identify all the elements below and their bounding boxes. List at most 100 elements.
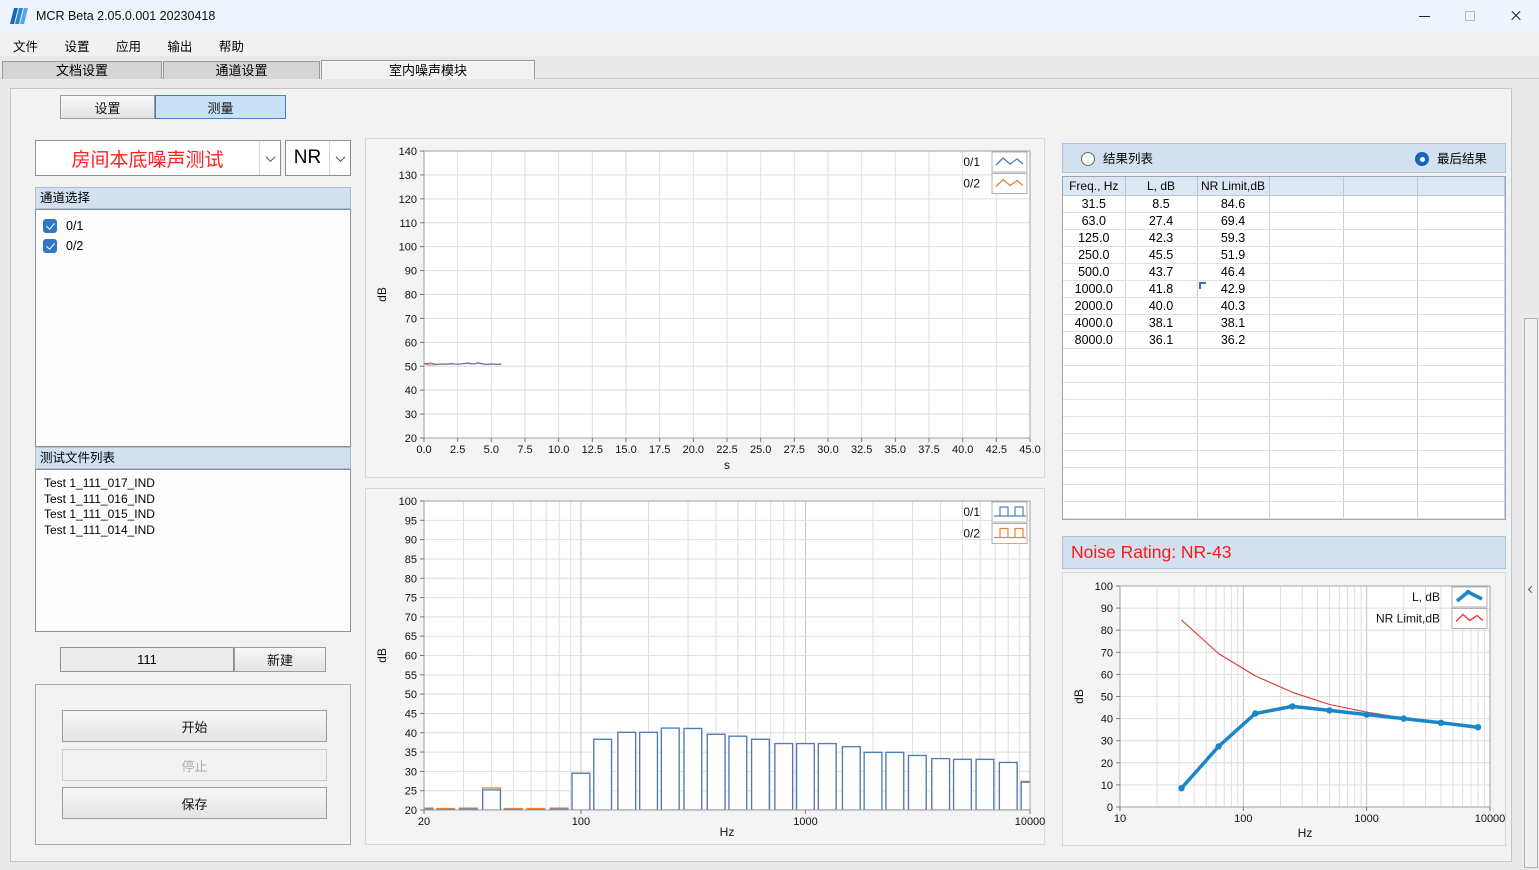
table-cell[interactable]: 45.5 bbox=[1125, 246, 1197, 263]
table-cell[interactable] bbox=[1417, 399, 1505, 416]
table-cell[interactable] bbox=[1197, 433, 1269, 450]
radio-result-list-label[interactable]: 结果列表 bbox=[1103, 144, 1153, 174]
table-cell[interactable] bbox=[1417, 382, 1505, 399]
table-cell[interactable]: 46.4 bbox=[1197, 263, 1269, 280]
menu-item-help[interactable]: 帮助 bbox=[208, 32, 255, 59]
table-cell[interactable] bbox=[1197, 382, 1269, 399]
table-cell[interactable] bbox=[1343, 331, 1417, 348]
table-cell[interactable] bbox=[1417, 365, 1505, 382]
table-cell[interactable] bbox=[1269, 280, 1343, 297]
table-cell[interactable] bbox=[1343, 280, 1417, 297]
button-settings-view[interactable]: 设置 bbox=[60, 95, 155, 119]
table-cell[interactable] bbox=[1125, 467, 1197, 484]
new-button[interactable]: 新建 bbox=[234, 647, 326, 672]
table-cell[interactable] bbox=[1343, 382, 1417, 399]
rating-combo-arrow[interactable] bbox=[329, 141, 350, 175]
table-cell[interactable] bbox=[1343, 467, 1417, 484]
table-cell[interactable] bbox=[1063, 399, 1125, 416]
table-cell[interactable] bbox=[1125, 348, 1197, 365]
table-cell[interactable]: 42.9 bbox=[1197, 280, 1269, 297]
table-cell[interactable] bbox=[1343, 416, 1417, 433]
table-cell[interactable] bbox=[1417, 416, 1505, 433]
save-button[interactable]: 保存 bbox=[62, 787, 327, 819]
table-cell[interactable] bbox=[1343, 297, 1417, 314]
table-cell[interactable] bbox=[1343, 450, 1417, 467]
table-cell[interactable] bbox=[1417, 280, 1505, 297]
table-cell[interactable]: 41.8 bbox=[1125, 280, 1197, 297]
menu-item-apply[interactable]: 应用 bbox=[105, 32, 152, 59]
table-cell[interactable] bbox=[1269, 331, 1343, 348]
test-type-combo[interactable]: 房间本底噪声测试 bbox=[35, 140, 281, 176]
table-cell[interactable] bbox=[1125, 365, 1197, 382]
minimize-button[interactable] bbox=[1401, 0, 1447, 32]
table-cell[interactable] bbox=[1417, 484, 1505, 501]
table-cell[interactable] bbox=[1269, 365, 1343, 382]
table-cell[interactable] bbox=[1343, 263, 1417, 280]
table-cell[interactable] bbox=[1125, 501, 1197, 518]
table-cell[interactable] bbox=[1343, 229, 1417, 246]
table-column-header[interactable]: Freq., Hz bbox=[1063, 177, 1125, 195]
table-cell[interactable] bbox=[1197, 501, 1269, 518]
table-cell[interactable] bbox=[1417, 331, 1505, 348]
table-cell[interactable] bbox=[1269, 501, 1343, 518]
table-cell[interactable] bbox=[1125, 450, 1197, 467]
table-cell[interactable] bbox=[1063, 416, 1125, 433]
table-cell[interactable]: 4000.0 bbox=[1063, 314, 1125, 331]
table-cell[interactable]: 250.0 bbox=[1063, 246, 1125, 263]
table-cell[interactable] bbox=[1343, 433, 1417, 450]
table-cell[interactable] bbox=[1417, 229, 1505, 246]
table-cell[interactable] bbox=[1417, 450, 1505, 467]
table-column-header[interactable]: L, dB bbox=[1125, 177, 1197, 195]
tab-channel-settings[interactable]: 通道设置 bbox=[163, 61, 320, 79]
table-cell[interactable] bbox=[1417, 195, 1505, 212]
table-cell[interactable] bbox=[1343, 212, 1417, 229]
table-cell[interactable]: 40.3 bbox=[1197, 297, 1269, 314]
table-cell[interactable] bbox=[1269, 416, 1343, 433]
table-cell[interactable] bbox=[1343, 314, 1417, 331]
table-cell[interactable] bbox=[1417, 467, 1505, 484]
test-name-input[interactable] bbox=[60, 647, 234, 672]
stop-button[interactable]: 停止 bbox=[62, 749, 327, 781]
table-cell[interactable] bbox=[1125, 416, 1197, 433]
table-cell[interactable] bbox=[1417, 314, 1505, 331]
table-cell[interactable] bbox=[1269, 212, 1343, 229]
table-cell[interactable]: 8.5 bbox=[1125, 195, 1197, 212]
table-cell[interactable] bbox=[1343, 246, 1417, 263]
table-cell[interactable]: 84.6 bbox=[1197, 195, 1269, 212]
table-cell[interactable]: 2000.0 bbox=[1063, 297, 1125, 314]
table-cell[interactable] bbox=[1417, 501, 1505, 518]
table-cell[interactable]: 42.3 bbox=[1125, 229, 1197, 246]
table-cell[interactable]: 38.1 bbox=[1125, 314, 1197, 331]
table-cell[interactable] bbox=[1343, 195, 1417, 212]
table-column-header[interactable] bbox=[1417, 177, 1505, 195]
menu-item-settings[interactable]: 设置 bbox=[53, 32, 100, 59]
table-cell[interactable]: 40.0 bbox=[1125, 297, 1197, 314]
table-cell[interactable] bbox=[1063, 501, 1125, 518]
table-cell[interactable] bbox=[1269, 195, 1343, 212]
table-cell[interactable] bbox=[1269, 382, 1343, 399]
table-cell[interactable] bbox=[1197, 467, 1269, 484]
table-cell[interactable]: 59.3 bbox=[1197, 229, 1269, 246]
table-cell[interactable] bbox=[1125, 433, 1197, 450]
button-measure-view[interactable]: 测量 bbox=[155, 95, 286, 119]
table-cell[interactable] bbox=[1063, 467, 1125, 484]
table-cell[interactable] bbox=[1343, 399, 1417, 416]
table-cell[interactable] bbox=[1269, 399, 1343, 416]
table-cell[interactable]: 36.2 bbox=[1197, 331, 1269, 348]
table-cell[interactable] bbox=[1125, 399, 1197, 416]
table-cell[interactable]: 63.0 bbox=[1063, 212, 1125, 229]
table-cell[interactable]: 27.4 bbox=[1125, 212, 1197, 229]
table-cell[interactable]: 69.4 bbox=[1197, 212, 1269, 229]
table-cell[interactable]: 43.7 bbox=[1125, 263, 1197, 280]
table-cell[interactable] bbox=[1197, 450, 1269, 467]
table-cell[interactable] bbox=[1197, 484, 1269, 501]
table-cell[interactable] bbox=[1197, 399, 1269, 416]
table-cell[interactable] bbox=[1197, 416, 1269, 433]
table-cell[interactable] bbox=[1269, 246, 1343, 263]
table-cell[interactable]: 51.9 bbox=[1197, 246, 1269, 263]
table-cell[interactable]: 31.5 bbox=[1063, 195, 1125, 212]
menu-item-file[interactable]: 文件 bbox=[2, 32, 49, 59]
table-cell[interactable] bbox=[1063, 365, 1125, 382]
table-cell[interactable]: 38.1 bbox=[1197, 314, 1269, 331]
table-cell[interactable] bbox=[1269, 297, 1343, 314]
